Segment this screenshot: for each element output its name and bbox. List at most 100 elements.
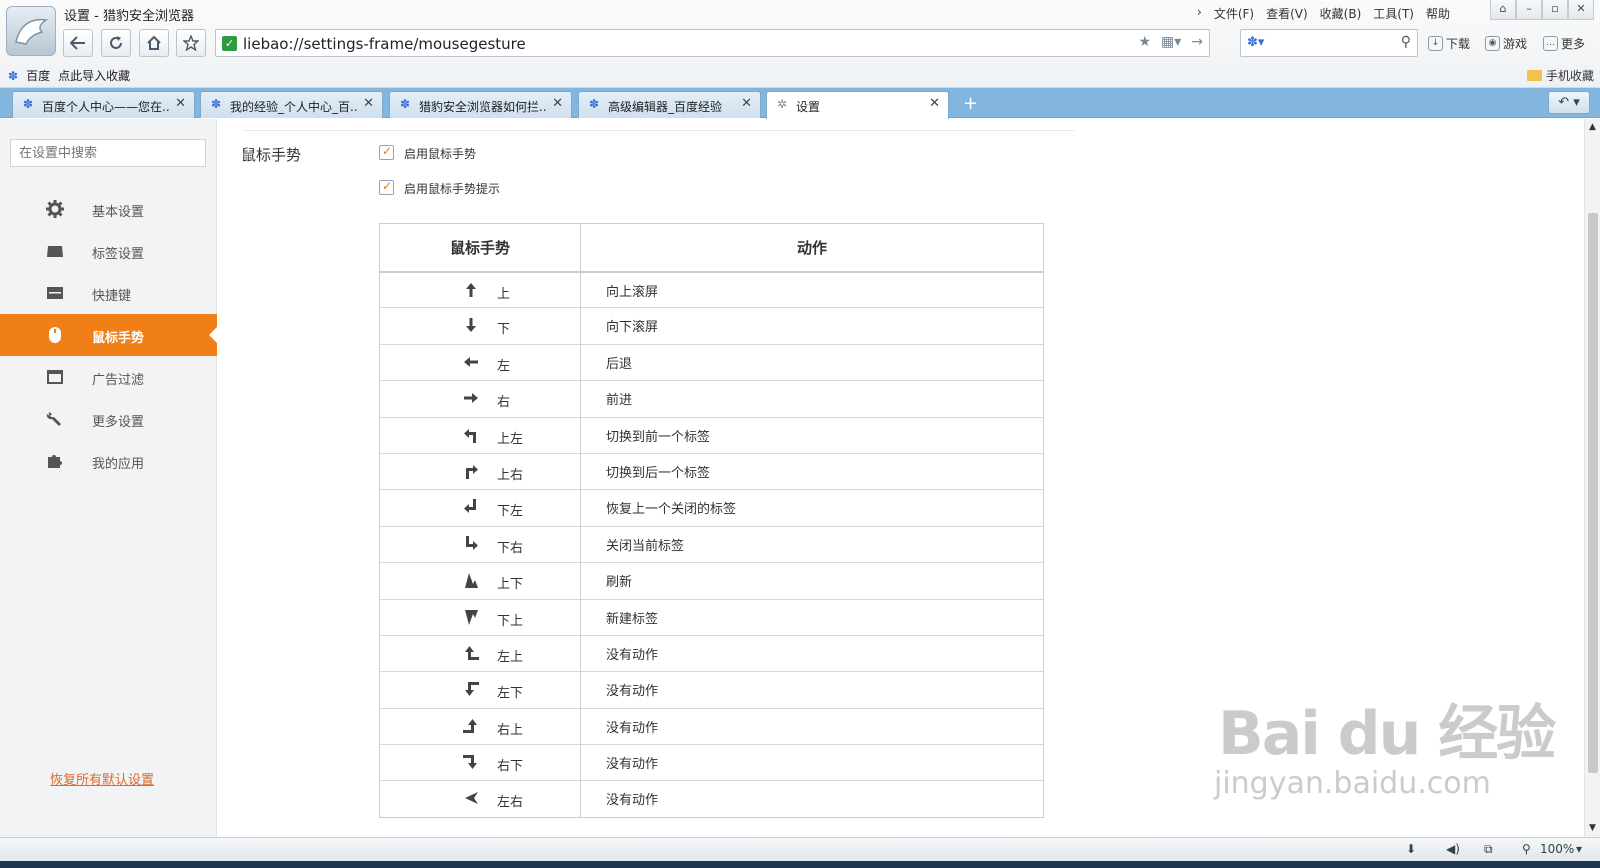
sidebar-item-more-settings[interactable]: 更多设置 — [0, 398, 217, 440]
action-cell[interactable]: 切换到后一个标签 — [580, 452, 1044, 490]
bookmark-import[interactable]: 点此导入收藏 — [58, 67, 130, 84]
search-box[interactable]: ✽▾ ⚲ — [1240, 29, 1418, 57]
games-button[interactable]: ◉ 游戏 — [1485, 35, 1527, 52]
address-text[interactable]: liebao://settings-frame/mousegesture — [243, 35, 526, 53]
gesture-name: 下左 — [497, 504, 524, 520]
bookmark-button[interactable] — [176, 29, 206, 57]
download-icon: ↓ — [1428, 36, 1443, 51]
gesture-name: 上右 — [497, 467, 524, 483]
tab-close-icon[interactable]: ✕ — [552, 96, 563, 111]
scroll-thumb[interactable] — [1588, 213, 1598, 773]
action-cell[interactable]: 向上滚屏 — [580, 270, 1044, 308]
menu-view[interactable]: 查看(V) — [1266, 5, 1308, 22]
sidebar-item-adblock[interactable]: 广告过滤 — [0, 356, 217, 398]
action-cell[interactable]: 刷新 — [580, 562, 1044, 600]
table-row: 上下 刷新 — [379, 562, 1044, 600]
sidebar-item-shortcuts[interactable]: 快捷键 — [0, 272, 217, 314]
more-button[interactable]: … 更多 — [1543, 35, 1585, 52]
enable-gesture-hint-checkbox[interactable] — [379, 179, 394, 195]
tab-3[interactable]: ✽ 猎豹安全浏览器如何拦... ✕ — [389, 91, 572, 118]
search-icon[interactable]: ⚲ — [1401, 34, 1411, 50]
tab-close-icon[interactable]: ✕ — [175, 96, 186, 111]
zoom-dropdown-icon[interactable]: ▾ — [1576, 842, 1582, 856]
action-cell[interactable]: 恢复上一个关闭的标签 — [580, 489, 1044, 527]
tab-2[interactable]: ✽ 我的经验_个人中心_百... ✕ — [200, 91, 383, 118]
settings-search-input[interactable] — [10, 139, 206, 167]
minimize-button[interactable]: – — [1516, 0, 1542, 20]
skin-button[interactable]: ⌂ — [1490, 0, 1516, 20]
sidebar-item-my-apps[interactable]: 我的应用 — [0, 440, 217, 482]
action-cell[interactable]: 后退 — [580, 343, 1044, 381]
baidu-paw-icon: ✽ — [211, 97, 222, 111]
scroll-down-icon[interactable]: ▼ — [1589, 823, 1596, 833]
new-tab-button[interactable]: + — [963, 93, 978, 114]
tab-4[interactable]: ✽ 高级编辑器_百度经验 ✕ — [578, 91, 761, 118]
action-cell[interactable]: 没有动作 — [580, 780, 1044, 818]
sidebar-item-mouse-gesture[interactable]: 鼠标手势 — [0, 314, 217, 356]
divider — [242, 130, 1074, 131]
enable-gesture-checkbox[interactable] — [379, 144, 394, 160]
maximize-button[interactable]: ▫ — [1542, 0, 1568, 20]
zoom-icon[interactable]: ⚲ — [1522, 842, 1531, 856]
window-icon — [46, 368, 64, 386]
puzzle-icon — [46, 452, 64, 470]
gesture-cell: 下左 — [379, 489, 581, 527]
menu-help[interactable]: 帮助 — [1426, 5, 1450, 22]
arrow-down-up-icon — [465, 609, 478, 625]
tab-close-icon[interactable]: ✕ — [929, 96, 940, 111]
arrow-down-right-icon — [466, 535, 478, 550]
action-cell[interactable]: 新建标签 — [580, 598, 1044, 636]
refresh-button[interactable] — [101, 29, 131, 57]
home-button[interactable] — [139, 29, 169, 57]
browser-logo — [6, 6, 56, 56]
scroll-up-icon[interactable]: ▲ — [1589, 122, 1596, 132]
action-cell[interactable]: 没有动作 — [580, 707, 1044, 745]
arrow-right-down-icon — [463, 755, 477, 770]
bookmarks-bar: ✽ 百度 点此导入收藏 — [8, 67, 130, 84]
back-button[interactable] — [63, 29, 93, 57]
menu-tools[interactable]: 工具(T) — [1373, 5, 1414, 22]
action-cell[interactable]: 没有动作 — [580, 671, 1044, 709]
gesture-name: 下 — [497, 322, 511, 338]
qrcode-icon[interactable]: ▦▾ — [1161, 34, 1181, 50]
volume-icon[interactable]: ◀) — [1446, 842, 1460, 856]
go-arrow-icon[interactable]: → — [1191, 34, 1203, 50]
restore-defaults-link[interactable]: 恢复所有默认设置 — [50, 769, 154, 788]
sidebar-item-basic[interactable]: 基本设置 — [0, 188, 217, 230]
settings-sidebar: 基本设置 标签设置 快捷键 鼠标手势 广告过滤 更多设置 我的应用 — [0, 119, 217, 837]
gesture-cell: 右下 — [379, 744, 581, 781]
tab-1[interactable]: ✽ 百度个人中心——您在... ✕ — [12, 91, 195, 118]
download-status-icon[interactable]: ⬇ — [1406, 842, 1416, 856]
mobile-favorites[interactable]: 手机收藏 — [1526, 67, 1594, 84]
menu-file[interactable]: 文件(F) — [1214, 5, 1254, 22]
download-button[interactable]: ↓ 下载 — [1428, 35, 1470, 52]
enable-gesture-label[interactable]: 启用鼠标手势 — [404, 145, 476, 162]
bookmark-baidu[interactable]: 百度 — [26, 67, 50, 84]
action-cell[interactable]: 关闭当前标签 — [580, 525, 1044, 563]
action-cell[interactable]: 向下滚屏 — [580, 307, 1044, 345]
arrow-left-right-icon — [465, 792, 478, 805]
action-cell[interactable]: 切换到前一个标签 — [580, 416, 1044, 454]
close-button[interactable]: ✕ — [1568, 0, 1594, 20]
table-row: 左 后退 — [379, 343, 1044, 381]
tab-close-icon[interactable]: ✕ — [363, 96, 374, 111]
tab-settings[interactable]: ✲ 设置 ✕ — [766, 91, 949, 119]
action-cell[interactable]: 没有动作 — [580, 634, 1044, 672]
sidebar-item-tabs[interactable]: 标签设置 — [0, 230, 217, 272]
menu-more-icon[interactable]: › — [1197, 5, 1202, 22]
baidu-paw-icon[interactable]: ✽▾ — [1247, 35, 1264, 50]
menu-favorites[interactable]: 收藏(B) — [1320, 5, 1362, 22]
address-bar[interactable]: ✓ liebao://settings-frame/mousegesture ★… — [215, 29, 1210, 57]
table-row: 下 向下滚屏 — [379, 307, 1044, 345]
tab-close-icon[interactable]: ✕ — [741, 96, 752, 111]
vertical-scrollbar[interactable]: ▲ ▼ — [1584, 119, 1600, 837]
action-cell[interactable]: 没有动作 — [580, 744, 1044, 781]
gesture-cell: 下上 — [379, 598, 581, 636]
undo-close-button[interactable]: ↶ ▾ — [1548, 91, 1590, 114]
gesture-name: 右 — [497, 395, 511, 411]
window-manage-icon[interactable]: ⧉ — [1484, 842, 1493, 857]
star-add-icon[interactable]: ★ — [1138, 34, 1151, 50]
zoom-level[interactable]: 100% — [1540, 842, 1574, 856]
enable-gesture-hint-label[interactable]: 启用鼠标手势提示 — [404, 180, 500, 197]
action-cell[interactable]: 前进 — [580, 380, 1044, 418]
